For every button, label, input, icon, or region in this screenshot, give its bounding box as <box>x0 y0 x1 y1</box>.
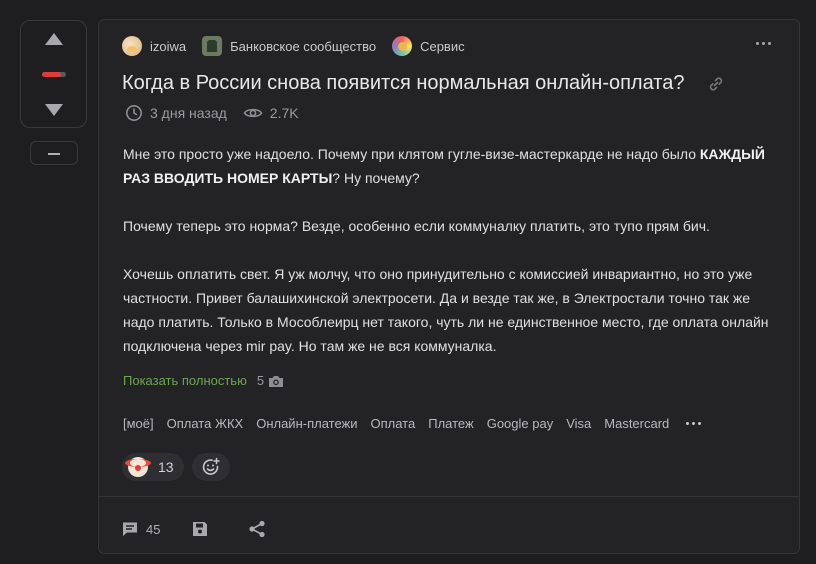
service-avatar <box>392 36 413 56</box>
minus-icon <box>48 153 60 155</box>
show-full-row: Показать полностью 5 <box>123 373 284 388</box>
tag[interactable]: [моё] <box>123 416 154 431</box>
tags-list: [моё] Оплата ЖКХ Онлайн-платежи Оплата П… <box>123 416 702 431</box>
image-count: 5 <box>256 373 265 388</box>
upvote-arrow-icon[interactable] <box>45 33 63 45</box>
service-link[interactable]: Сервис <box>392 36 465 56</box>
post-paragraph: Почему теперь это норма? Везде, особенно… <box>123 218 710 234</box>
reaction-clown[interactable]: 13 <box>122 453 184 481</box>
post-card: izoiwa Банковское сообщество Сервис Когд… <box>98 19 800 554</box>
save-icon <box>193 522 208 536</box>
author-link[interactable]: izoiwa <box>122 36 186 56</box>
author-name: izoiwa <box>150 38 187 54</box>
tag[interactable]: Онлайн-платежи <box>256 416 357 431</box>
post-meta: izoiwa Банковское сообщество Сервис <box>122 36 481 56</box>
show-full-link[interactable]: Показать полностью <box>123 373 247 388</box>
tag[interactable]: Mastercard <box>604 416 669 431</box>
post-paragraph: Хочешь оплатить свет. Я уж молчу, что он… <box>123 266 769 354</box>
post-title[interactable]: Когда в России снова появится нормальная… <box>122 72 684 95</box>
more-tags-icon[interactable] <box>686 422 702 425</box>
downvote-arrow-icon[interactable] <box>45 104 63 116</box>
tag[interactable]: Оплата <box>371 416 416 431</box>
tag[interactable]: Платеж <box>428 416 473 431</box>
tag[interactable]: Google pay <box>487 416 554 431</box>
collapse-post-button[interactable] <box>30 141 78 165</box>
footer-divider <box>99 496 799 497</box>
clock-icon <box>126 105 142 121</box>
more-options-icon[interactable] <box>756 42 771 45</box>
add-reaction-button[interactable] <box>191 453 230 481</box>
paragraph-text: ? Ну почему? <box>332 170 420 186</box>
service-name: Сервис <box>420 38 465 54</box>
rating-bar <box>42 72 66 77</box>
community-link[interactable]: Банковское сообщество <box>202 36 376 56</box>
share-button[interactable] <box>248 520 274 538</box>
tag[interactable]: Оплата ЖКХ <box>167 416 244 431</box>
time-ago-text: 3 дня назад <box>150 105 227 121</box>
rating-bar-fill <box>42 72 62 77</box>
post-stats: 3 дня назад 2.7K <box>125 104 315 122</box>
comments-count: 45 <box>146 521 161 537</box>
clown-icon <box>125 457 151 477</box>
tag[interactable]: Visa <box>566 416 591 431</box>
eye-icon <box>243 108 263 118</box>
community-avatar <box>202 36 223 56</box>
reaction-count: 13 <box>158 459 174 475</box>
copy-link-icon[interactable] <box>708 76 724 92</box>
post-footer: 45 <box>122 520 306 538</box>
author-avatar <box>122 36 142 56</box>
community-name: Банковское сообщество <box>230 38 377 54</box>
paragraph-text: Мне это просто уже надоело. Почему при к… <box>123 146 700 162</box>
add-emoji-icon <box>202 457 220 475</box>
comments-button[interactable]: 45 <box>122 521 160 537</box>
share-icon <box>249 520 266 538</box>
post-body: Мне это просто уже надоело. Почему при к… <box>123 142 783 472</box>
comment-icon <box>123 522 137 536</box>
reactions-bar: 13 <box>122 453 230 481</box>
save-button[interactable] <box>192 521 216 537</box>
vote-panel <box>20 20 87 128</box>
post-time: 3 дня назад <box>125 104 227 122</box>
post-views: 2.7K <box>243 104 299 122</box>
post-paragraph: Мне это просто уже надоело. Почему при к… <box>123 142 783 190</box>
camera-icon <box>269 375 284 387</box>
views-count: 2.7K <box>269 105 299 121</box>
